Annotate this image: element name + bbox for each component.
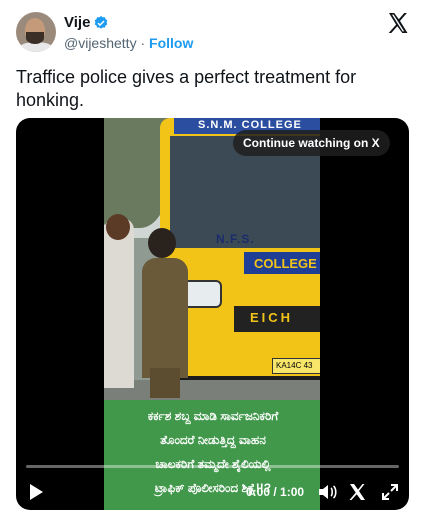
time-readout: 0:00 / 1:00 bbox=[246, 485, 305, 499]
tweet-text: Traffice police gives a perfect treatmen… bbox=[16, 67, 357, 110]
bus-plate: KA14C 43 bbox=[272, 358, 320, 374]
bus-college-text: COLLEGE bbox=[254, 256, 317, 271]
video-player[interactable]: S.N.M. COLLEGE N.F.S. COLLEGE EICH KA14C… bbox=[16, 118, 409, 510]
avatar[interactable] bbox=[16, 12, 56, 52]
bus-plate-text: KA14C 43 bbox=[276, 361, 313, 370]
tweet-card: Vije @vijeshetty · Follow Traffice polic… bbox=[0, 0, 423, 512]
author-display-name[interactable]: Vije bbox=[64, 14, 90, 31]
volume-icon[interactable] bbox=[317, 482, 337, 502]
separator-dot: · bbox=[140, 35, 146, 51]
police-officer-legs bbox=[150, 368, 180, 398]
progress-bar[interactable] bbox=[26, 465, 399, 468]
x-logo-icon[interactable] bbox=[386, 11, 410, 35]
author-handle[interactable]: @vijeshetty bbox=[64, 35, 137, 51]
police-officer-head bbox=[148, 228, 176, 258]
police-officer-body bbox=[142, 258, 188, 378]
play-icon[interactable] bbox=[28, 483, 44, 501]
caption-line: ಚಾಲಕರಿಗೆ ತಮ್ಮದೇ ಶೈಲಿಯಲ್ಲಿ bbox=[155, 457, 271, 471]
continue-watching-button[interactable]: Continue watching on X bbox=[233, 130, 390, 156]
person-white-shirt bbox=[104, 218, 134, 388]
bus-nfs-text: N.F.S. bbox=[216, 232, 255, 246]
author-handle-row: @vijeshetty · Follow bbox=[64, 35, 193, 51]
video-frame: S.N.M. COLLEGE N.F.S. COLLEGE EICH KA14C… bbox=[104, 118, 320, 510]
frame-tree bbox=[104, 118, 168, 228]
fullscreen-icon[interactable] bbox=[380, 482, 400, 502]
close-x-icon[interactable] bbox=[347, 482, 367, 502]
caption-line: ಕರ್ಕಶ ಶಬ್ದ ಮಾಡಿ ಸಾರ್ವಜನಿಕರಿಗೆ bbox=[147, 409, 279, 423]
follow-button[interactable]: Follow bbox=[149, 35, 193, 51]
avatar-beard bbox=[26, 32, 44, 44]
person-white-shirt-head bbox=[106, 214, 130, 240]
author-name-row[interactable]: Vije bbox=[64, 14, 109, 31]
caption-line: ತೊಂದರೆ ನೀಡುತ್ತಿದ್ದ ವಾಹನ bbox=[160, 433, 266, 447]
verified-badge-icon bbox=[95, 15, 108, 29]
bus-grille-text: EICH bbox=[250, 310, 294, 325]
